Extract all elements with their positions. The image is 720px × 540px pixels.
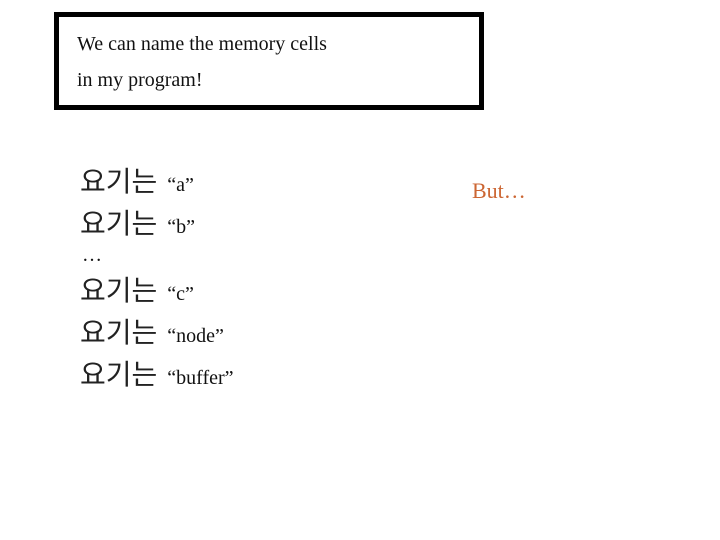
aside-but: But… [472,178,526,204]
cell-label: “buffer” [167,367,233,390]
korean-prefix: 요기는 [80,353,157,393]
naming-row: 요기는 “a” [80,160,234,200]
title-line-1: We can name the memory cells [77,29,461,59]
korean-prefix: 요기는 [80,202,157,242]
title-box: We can name the memory cells in my progr… [54,12,484,110]
ellipsis: … [82,244,234,267]
korean-prefix: 요기는 [80,269,157,309]
korean-prefix: 요기는 [80,160,157,200]
cell-label: “c” [167,283,194,306]
naming-row: 요기는 “node” [80,311,234,351]
naming-block: 요기는 “a” 요기는 “b” … 요기는 “c” 요기는 “node” 요기는… [80,160,234,395]
title-line-2: in my program! [77,65,461,95]
cell-label: “a” [167,174,194,197]
cell-label: “node” [167,325,224,348]
naming-row: 요기는 “buffer” [80,353,234,393]
naming-row: 요기는 “c” [80,269,234,309]
naming-row: 요기는 “b” [80,202,234,242]
cell-label: “b” [167,216,195,239]
korean-prefix: 요기는 [80,311,157,351]
